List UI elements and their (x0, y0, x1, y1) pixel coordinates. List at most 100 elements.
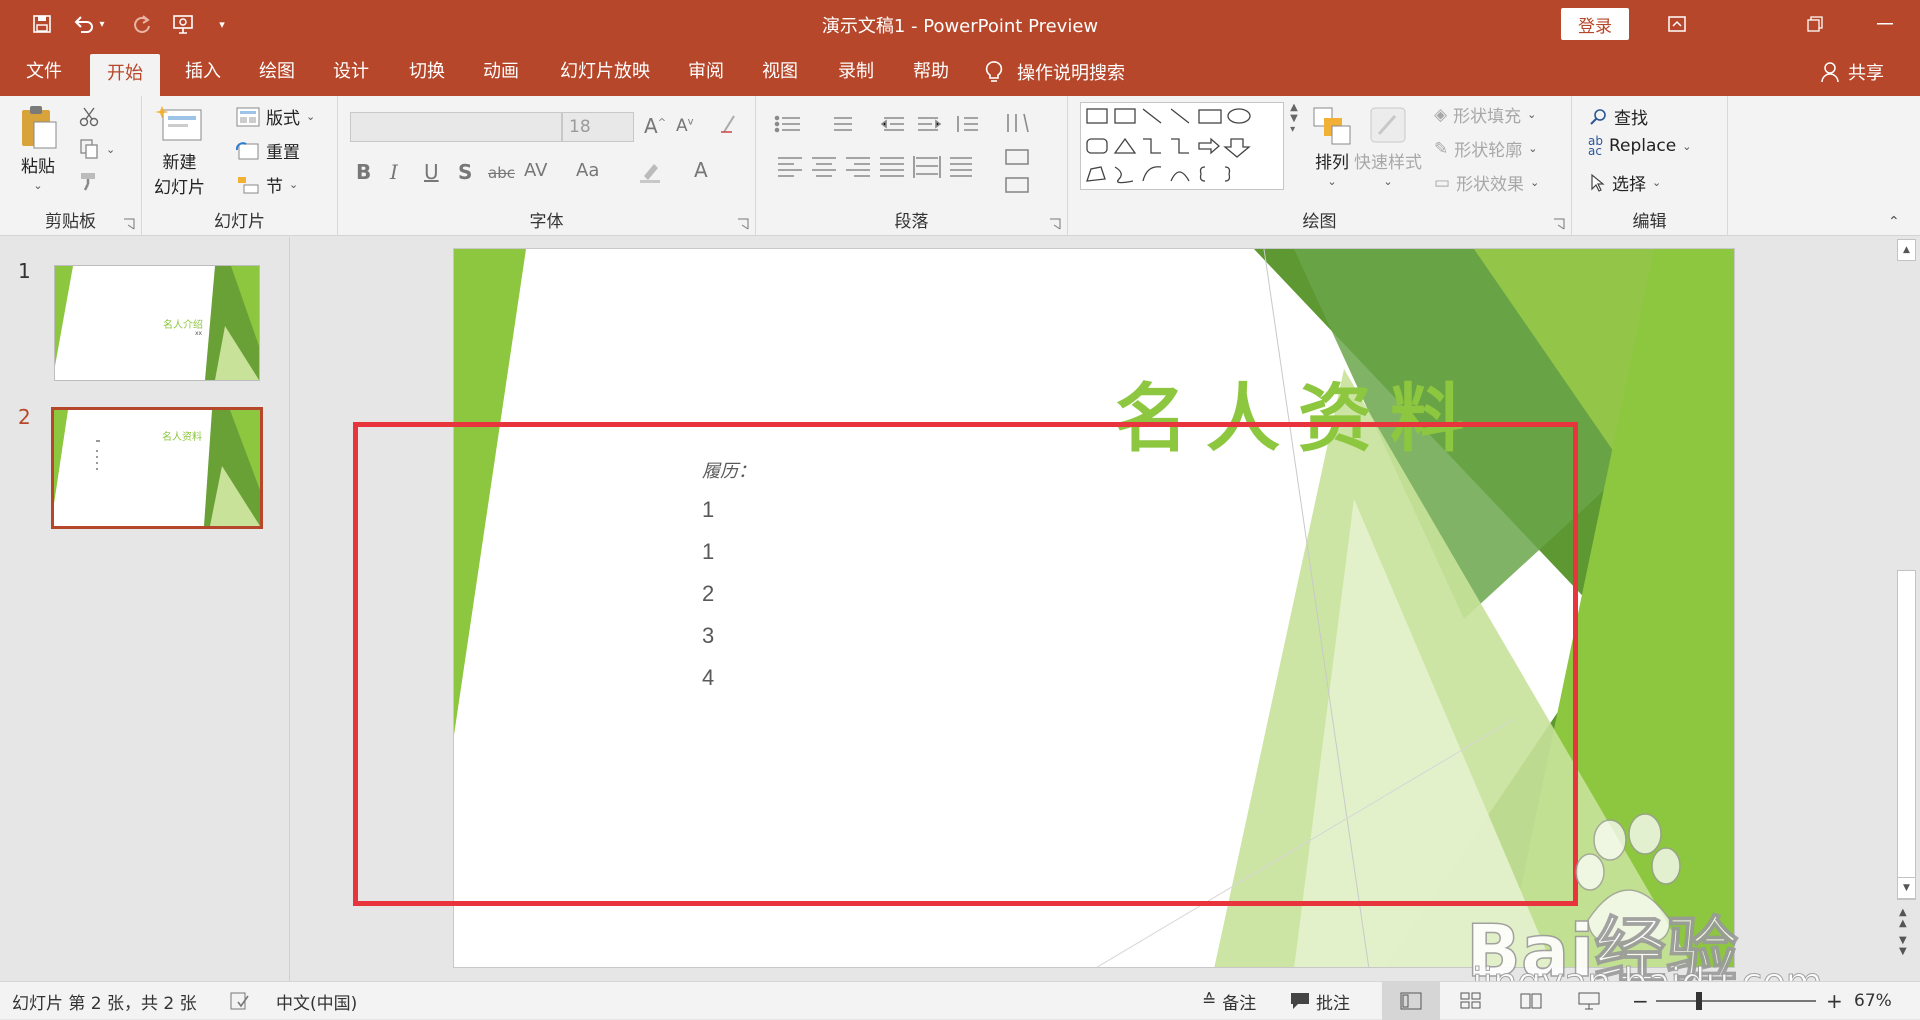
shape-fill-button[interactable]: ◈ 形状填充 ⌄ (1434, 102, 1536, 128)
decrease-font-size-icon[interactable]: Av (676, 116, 694, 136)
tab-view[interactable]: 视图 (750, 48, 810, 96)
chevron-down-icon: ⌄ (106, 142, 116, 156)
tab-insert[interactable]: 插入 (172, 48, 234, 96)
reading-view-icon[interactable] (1520, 982, 1542, 1020)
minimize-icon[interactable] (1850, 0, 1920, 48)
slide-sorter-icon[interactable] (1460, 982, 1482, 1020)
font-color-icon[interactable]: A (694, 158, 708, 182)
collapse-ribbon-icon[interactable]: ⌃ (1888, 214, 1900, 230)
language-status[interactable]: 中文(中国) (276, 982, 357, 1020)
tab-file[interactable]: 文件 (18, 48, 70, 96)
section-button[interactable]: 节 ⌄ (236, 172, 298, 197)
spell-check-icon[interactable] (230, 982, 250, 1020)
slide-thumbnail-2[interactable]: 名人资料 (51, 407, 263, 529)
bold-button[interactable]: B (356, 160, 371, 184)
format-painter-icon[interactable] (78, 170, 100, 192)
character-spacing-button[interactable]: AV (524, 160, 547, 181)
present-from-start-icon[interactable] (166, 8, 202, 40)
notes-label: 备注 (1222, 993, 1257, 1014)
quick-styles-button[interactable]: 快速样式 ⌄ (1354, 104, 1422, 188)
font-group-label: 字体 (529, 212, 564, 232)
quick-styles-icon (1370, 107, 1406, 143)
text-shadow-button[interactable]: S (458, 160, 472, 184)
tab-slideshow[interactable]: 幻灯片放映 (552, 48, 658, 96)
tab-design[interactable]: 设计 (320, 48, 382, 96)
tab-animations[interactable]: 动画 (470, 48, 532, 96)
paragraph-controls[interactable] (772, 110, 1062, 200)
arrange-label: 排列 (1315, 153, 1349, 173)
paste-button[interactable]: 粘贴 ⌄ (18, 104, 58, 192)
tab-record[interactable]: 录制 (826, 48, 886, 96)
slide-2-graphic (54, 410, 260, 526)
slide-number: 2 (18, 405, 31, 429)
scroll-up-icon[interactable]: ▲ (1897, 239, 1916, 261)
vertical-scrollbar[interactable]: ▲ ▼ ▲ ▲ ▼ ▼ (1893, 237, 1920, 981)
font-size-box[interactable]: 18 (562, 112, 634, 142)
font-name-box[interactable] (350, 112, 562, 142)
reset-button[interactable]: 重置 (236, 138, 300, 163)
shape-outline-button[interactable]: ✎ 形状轮廓 ⌄ (1434, 136, 1537, 162)
tell-me-search[interactable]: 操作说明搜索 (985, 48, 1125, 96)
strikethrough-button[interactable]: abc (488, 164, 515, 182)
slide-1-title: 名人介绍 (163, 320, 203, 331)
gallery-scroll-icon[interactable]: ▲ ▼ ▾ (1286, 102, 1302, 135)
restore-icon[interactable] (1780, 0, 1850, 48)
find-button[interactable]: 查找 (1590, 104, 1648, 129)
find-label: 查找 (1614, 109, 1648, 129)
scrollbar-thumb[interactable] (1897, 570, 1916, 900)
tab-home[interactable]: 开始 (90, 54, 160, 96)
zoom-in-button[interactable]: + (1826, 982, 1843, 1020)
tab-review[interactable]: 审阅 (676, 48, 736, 96)
previous-slide-icon[interactable]: ▲ ▲ (1899, 907, 1907, 929)
underline-button[interactable]: U (424, 160, 439, 184)
ribbon-display-icon[interactable] (1642, 0, 1712, 48)
notes-button[interactable]: ≙ 备注 (1202, 982, 1256, 1020)
copy-icon[interactable]: ⌄ (78, 138, 115, 160)
cursor-icon (1591, 173, 1605, 192)
customize-qat-icon[interactable]: ▾ (212, 8, 232, 40)
comments-label: 批注 (1316, 993, 1350, 1014)
zoom-slider[interactable] (1656, 982, 1816, 1020)
arrange-button[interactable]: 排列 ⌄ (1310, 104, 1354, 188)
dialog-launcher-icon[interactable] (1553, 218, 1565, 230)
shapes-gallery[interactable] (1080, 102, 1284, 190)
select-button[interactable]: 选择 ⌄ (1590, 170, 1661, 195)
share-button[interactable]: 共享 (1820, 48, 1884, 96)
new-slide-label-2: 幻灯片 (154, 178, 205, 198)
zoom-level[interactable]: 67% (1854, 982, 1892, 1020)
editing-group-label: 编辑 (1632, 212, 1667, 232)
scroll-down-icon[interactable]: ▼ (1897, 877, 1916, 899)
section-label: 节 (266, 177, 283, 197)
dialog-launcher-icon[interactable] (1049, 218, 1061, 230)
italic-button[interactable]: I (390, 160, 398, 184)
replace-button[interactable]: ab ac Replace ⌄ (1588, 135, 1692, 157)
tab-transitions[interactable]: 切换 (396, 48, 458, 96)
clear-formatting-icon[interactable] (718, 112, 740, 141)
layout-button[interactable]: 版式 ⌄ (236, 104, 315, 129)
slideshow-view-icon[interactable] (1578, 982, 1600, 1020)
new-slide-button[interactable]: 新建 幻灯片 (154, 104, 205, 198)
chevron-down-icon: ⌄ (1682, 139, 1692, 153)
increase-font-size-icon[interactable]: A^ (644, 114, 666, 138)
slide-thumbnail-1[interactable]: 名人介绍 xx (54, 265, 260, 381)
undo-dropdown-icon[interactable]: ▾ (94, 8, 110, 40)
login-button[interactable]: 登录 (1561, 8, 1629, 40)
next-slide-icon[interactable]: ▼ ▼ (1899, 935, 1907, 957)
dialog-launcher-icon[interactable] (737, 218, 749, 230)
save-icon[interactable] (24, 8, 60, 40)
dialog-launcher-icon[interactable] (123, 218, 135, 230)
title-bar: ▾ ▾ 演示文稿1 - PowerPoint Preview 登录 (0, 0, 1920, 48)
tab-help[interactable]: 帮助 (900, 48, 962, 96)
highlight-color-icon[interactable] (638, 160, 662, 189)
reset-icon (236, 141, 259, 159)
redo-icon[interactable] (124, 8, 160, 40)
document-title: 演示文稿1 - PowerPoint Preview (821, 16, 1099, 37)
shape-effects-button[interactable]: ▭ 形状效果 ⌄ (1434, 170, 1539, 196)
zoom-out-button[interactable]: − (1632, 982, 1649, 1020)
tab-draw[interactable]: 绘图 (246, 48, 308, 96)
change-case-button[interactable]: Aa (576, 160, 599, 181)
comments-button[interactable]: 批注 (1290, 982, 1350, 1020)
cut-icon[interactable] (78, 106, 100, 128)
normal-view-icon[interactable] (1382, 982, 1440, 1020)
notes-icon: ≙ (1202, 991, 1217, 1011)
